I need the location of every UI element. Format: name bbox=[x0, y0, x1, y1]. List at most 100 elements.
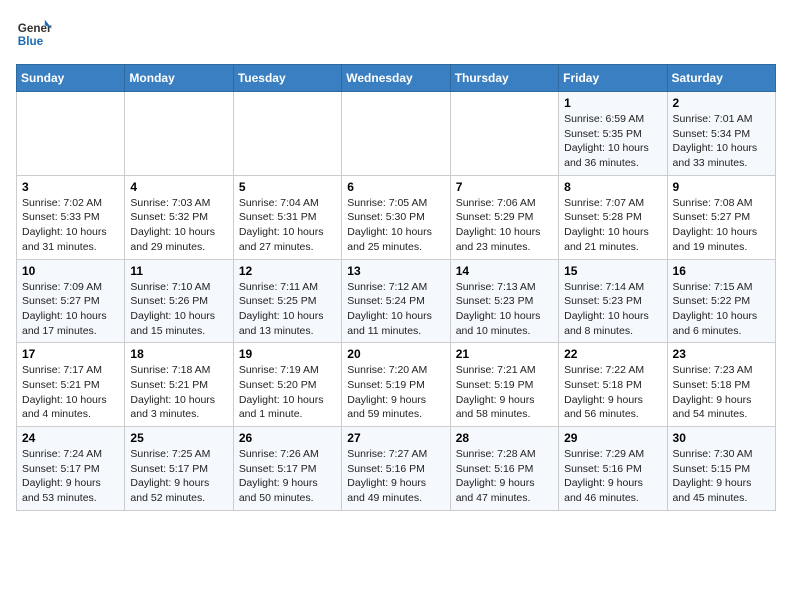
day-cell: 9 Sunrise: 7:08 AM Sunset: 5:27 PM Daylig… bbox=[667, 175, 775, 259]
day-number: 10 bbox=[22, 264, 119, 278]
day-cell: 2 Sunrise: 7:01 AM Sunset: 5:34 PM Daylig… bbox=[667, 92, 775, 176]
day-cell: 25 Sunrise: 7:25 AM Sunset: 5:17 PM Dayli… bbox=[125, 427, 233, 511]
svg-text:Blue: Blue bbox=[18, 35, 44, 48]
week-row-2: 3 Sunrise: 7:02 AM Sunset: 5:33 PM Daylig… bbox=[17, 175, 776, 259]
day-info: Sunrise: 7:17 AM Sunset: 5:21 PM Dayligh… bbox=[22, 363, 119, 422]
week-row-4: 17 Sunrise: 7:17 AM Sunset: 5:21 PM Dayli… bbox=[17, 343, 776, 427]
day-cell bbox=[233, 92, 341, 176]
weekday-monday: Monday bbox=[125, 65, 233, 92]
day-number: 8 bbox=[564, 180, 661, 194]
day-number: 28 bbox=[456, 431, 553, 445]
day-cell: 5Sunrise: 7:04 AM Sunset: 5:31 PM Daylig… bbox=[233, 175, 341, 259]
day-cell: 30 Sunrise: 7:30 AM Sunset: 5:15 PM Dayli… bbox=[667, 427, 775, 511]
day-cell: 26Sunrise: 7:26 AM Sunset: 5:17 PM Dayli… bbox=[233, 427, 341, 511]
day-cell: 8 Sunrise: 7:07 AM Sunset: 5:28 PM Daylig… bbox=[559, 175, 667, 259]
day-cell bbox=[342, 92, 450, 176]
day-number: 6 bbox=[347, 180, 444, 194]
day-info: Sunrise: 7:10 AM Sunset: 5:26 PM Dayligh… bbox=[130, 280, 227, 339]
day-number: 17 bbox=[22, 347, 119, 361]
day-info: Sunrise: 7:15 AM Sunset: 5:22 PM Dayligh… bbox=[673, 280, 770, 339]
page-header: General Blue bbox=[16, 16, 776, 52]
logo: General Blue bbox=[16, 16, 52, 52]
day-number: 30 bbox=[673, 431, 770, 445]
day-info: Sunrise: 7:11 AM Sunset: 5:25 PM Dayligh… bbox=[239, 280, 336, 339]
day-info: Sunrise: 7:05 AM Sunset: 5:30 PM Dayligh… bbox=[347, 196, 444, 255]
day-cell: 18 Sunrise: 7:18 AM Sunset: 5:21 PM Dayli… bbox=[125, 343, 233, 427]
day-cell: 15 Sunrise: 7:14 AM Sunset: 5:23 PM Dayli… bbox=[559, 259, 667, 343]
day-number: 5 bbox=[239, 180, 336, 194]
day-info: Sunrise: 7:09 AM Sunset: 5:27 PM Dayligh… bbox=[22, 280, 119, 339]
weekday-friday: Friday bbox=[559, 65, 667, 92]
day-number: 9 bbox=[673, 180, 770, 194]
day-info: Sunrise: 7:29 AM Sunset: 5:16 PM Dayligh… bbox=[564, 447, 661, 506]
day-cell: 21 Sunrise: 7:21 AM Sunset: 5:19 PM Dayli… bbox=[450, 343, 558, 427]
day-number: 13 bbox=[347, 264, 444, 278]
day-cell: 22Sunrise: 7:22 AM Sunset: 5:18 PM Dayli… bbox=[559, 343, 667, 427]
day-number: 26 bbox=[239, 431, 336, 445]
day-info: Sunrise: 7:21 AM Sunset: 5:19 PM Dayligh… bbox=[456, 363, 553, 422]
day-info: Sunrise: 7:07 AM Sunset: 5:28 PM Dayligh… bbox=[564, 196, 661, 255]
day-cell: 10 Sunrise: 7:09 AM Sunset: 5:27 PM Dayli… bbox=[17, 259, 125, 343]
day-info: Sunrise: 7:02 AM Sunset: 5:33 PM Dayligh… bbox=[22, 196, 119, 255]
day-cell: 4Sunrise: 7:03 AM Sunset: 5:32 PM Daylig… bbox=[125, 175, 233, 259]
day-cell: 11 Sunrise: 7:10 AM Sunset: 5:26 PM Dayli… bbox=[125, 259, 233, 343]
day-number: 25 bbox=[130, 431, 227, 445]
day-number: 21 bbox=[456, 347, 553, 361]
day-number: 20 bbox=[347, 347, 444, 361]
day-info: Sunrise: 6:59 AM Sunset: 5:35 PM Dayligh… bbox=[564, 112, 661, 171]
day-number: 15 bbox=[564, 264, 661, 278]
day-info: Sunrise: 7:30 AM Sunset: 5:15 PM Dayligh… bbox=[673, 447, 770, 506]
day-cell: 14 Sunrise: 7:13 AM Sunset: 5:23 PM Dayli… bbox=[450, 259, 558, 343]
day-info: Sunrise: 7:28 AM Sunset: 5:16 PM Dayligh… bbox=[456, 447, 553, 506]
day-cell: 28 Sunrise: 7:28 AM Sunset: 5:16 PM Dayli… bbox=[450, 427, 558, 511]
day-info: Sunrise: 7:14 AM Sunset: 5:23 PM Dayligh… bbox=[564, 280, 661, 339]
day-cell: 13Sunrise: 7:12 AM Sunset: 5:24 PM Dayli… bbox=[342, 259, 450, 343]
weekday-tuesday: Tuesday bbox=[233, 65, 341, 92]
day-number: 18 bbox=[130, 347, 227, 361]
day-info: Sunrise: 7:23 AM Sunset: 5:18 PM Dayligh… bbox=[673, 363, 770, 422]
day-cell: 24 Sunrise: 7:24 AM Sunset: 5:17 PM Dayli… bbox=[17, 427, 125, 511]
weekday-header-row: SundayMondayTuesdayWednesdayThursdayFrid… bbox=[17, 65, 776, 92]
week-row-3: 10 Sunrise: 7:09 AM Sunset: 5:27 PM Dayli… bbox=[17, 259, 776, 343]
day-number: 29 bbox=[564, 431, 661, 445]
day-info: Sunrise: 7:01 AM Sunset: 5:34 PM Dayligh… bbox=[673, 112, 770, 171]
day-cell: 23 Sunrise: 7:23 AM Sunset: 5:18 PM Dayli… bbox=[667, 343, 775, 427]
day-info: Sunrise: 7:24 AM Sunset: 5:17 PM Dayligh… bbox=[22, 447, 119, 506]
week-row-1: 1 Sunrise: 6:59 AM Sunset: 5:35 PM Daylig… bbox=[17, 92, 776, 176]
day-info: Sunrise: 7:18 AM Sunset: 5:21 PM Dayligh… bbox=[130, 363, 227, 422]
day-info: Sunrise: 7:08 AM Sunset: 5:27 PM Dayligh… bbox=[673, 196, 770, 255]
day-cell: 27 Sunrise: 7:27 AM Sunset: 5:16 PM Dayli… bbox=[342, 427, 450, 511]
day-number: 11 bbox=[130, 264, 227, 278]
day-number: 14 bbox=[456, 264, 553, 278]
day-number: 3 bbox=[22, 180, 119, 194]
day-info: Sunrise: 7:25 AM Sunset: 5:17 PM Dayligh… bbox=[130, 447, 227, 506]
day-number: 23 bbox=[673, 347, 770, 361]
day-number: 16 bbox=[673, 264, 770, 278]
day-info: Sunrise: 7:03 AM Sunset: 5:32 PM Dayligh… bbox=[130, 196, 227, 255]
weekday-sunday: Sunday bbox=[17, 65, 125, 92]
day-cell: 19 Sunrise: 7:19 AM Sunset: 5:20 PM Dayli… bbox=[233, 343, 341, 427]
calendar-table: SundayMondayTuesdayWednesdayThursdayFrid… bbox=[16, 64, 776, 511]
day-number: 24 bbox=[22, 431, 119, 445]
day-cell: 29 Sunrise: 7:29 AM Sunset: 5:16 PM Dayli… bbox=[559, 427, 667, 511]
day-number: 2 bbox=[673, 96, 770, 110]
day-cell bbox=[17, 92, 125, 176]
day-cell bbox=[450, 92, 558, 176]
logo-icon: General Blue bbox=[16, 16, 52, 52]
day-info: Sunrise: 7:19 AM Sunset: 5:20 PM Dayligh… bbox=[239, 363, 336, 422]
day-number: 19 bbox=[239, 347, 336, 361]
day-number: 1 bbox=[564, 96, 661, 110]
day-number: 27 bbox=[347, 431, 444, 445]
day-cell: 3 Sunrise: 7:02 AM Sunset: 5:33 PM Daylig… bbox=[17, 175, 125, 259]
day-info: Sunrise: 7:13 AM Sunset: 5:23 PM Dayligh… bbox=[456, 280, 553, 339]
day-info: Sunrise: 7:27 AM Sunset: 5:16 PM Dayligh… bbox=[347, 447, 444, 506]
day-cell: 17 Sunrise: 7:17 AM Sunset: 5:21 PM Dayli… bbox=[17, 343, 125, 427]
day-cell: 12Sunrise: 7:11 AM Sunset: 5:25 PM Dayli… bbox=[233, 259, 341, 343]
day-cell: 20Sunrise: 7:20 AM Sunset: 5:19 PM Dayli… bbox=[342, 343, 450, 427]
day-cell: 16 Sunrise: 7:15 AM Sunset: 5:22 PM Dayli… bbox=[667, 259, 775, 343]
day-number: 7 bbox=[456, 180, 553, 194]
day-cell: 6 Sunrise: 7:05 AM Sunset: 5:30 PM Daylig… bbox=[342, 175, 450, 259]
day-number: 22 bbox=[564, 347, 661, 361]
day-info: Sunrise: 7:06 AM Sunset: 5:29 PM Dayligh… bbox=[456, 196, 553, 255]
weekday-wednesday: Wednesday bbox=[342, 65, 450, 92]
